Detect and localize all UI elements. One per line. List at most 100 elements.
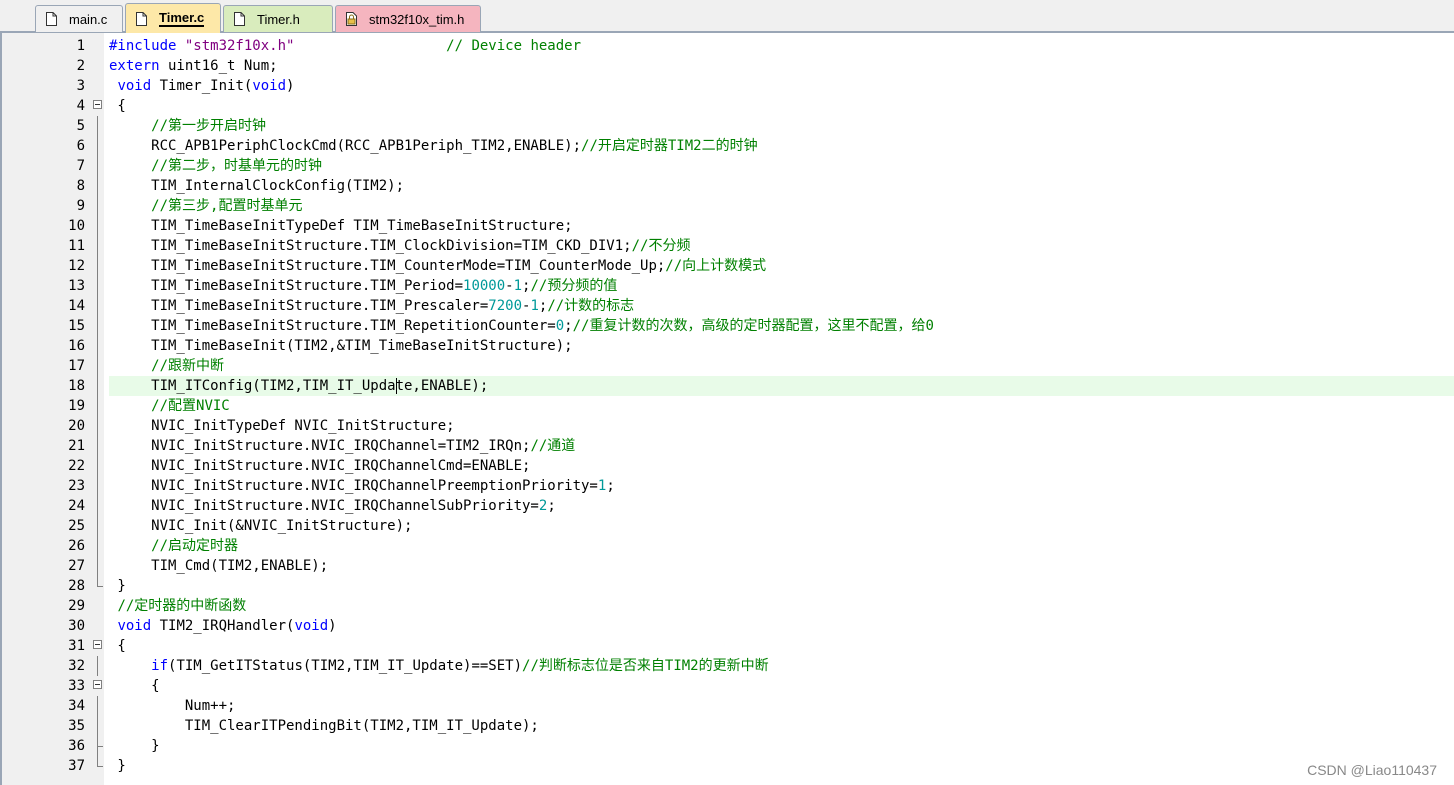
- code-text[interactable]: NVIC_InitTypeDef NVIC_InitStructure;: [109, 416, 1454, 436]
- code-text[interactable]: //第三步,配置时基单元: [109, 196, 1454, 216]
- code-text[interactable]: //第二步，时基单元的时钟: [109, 156, 1454, 176]
- code-text[interactable]: NVIC_InitStructure.NVIC_IRQChannelCmd=EN…: [109, 456, 1454, 476]
- code-text[interactable]: //定时器的中断函数: [109, 596, 1454, 616]
- locked-header-file-icon: [346, 12, 357, 26]
- code-line[interactable]: 21 NVIC_InitStructure.NVIC_IRQChannel=TI…: [2, 436, 1454, 456]
- code-line[interactable]: 7 //第二步，时基单元的时钟: [2, 156, 1454, 176]
- code-line[interactable]: 29 //定时器的中断函数: [2, 596, 1454, 616]
- code-text[interactable]: TIM_TimeBaseInitStructure.TIM_CounterMod…: [109, 256, 1454, 276]
- code-text[interactable]: if(TIM_GetITStatus(TIM2,TIM_IT_Update)==…: [109, 656, 1454, 676]
- code-text[interactable]: void Timer_Init(void): [109, 76, 1454, 96]
- code-text[interactable]: {: [109, 96, 1454, 116]
- code-line[interactable]: 27 TIM_Cmd(TIM2,ENABLE);: [2, 556, 1454, 576]
- code-text[interactable]: }: [109, 576, 1454, 596]
- line-number: 11: [68, 238, 85, 254]
- code-line[interactable]: 28 }: [2, 576, 1454, 596]
- code-text[interactable]: //第一步开启时钟: [109, 116, 1454, 136]
- code-text[interactable]: TIM_TimeBaseInitStructure.TIM_ClockDivis…: [109, 236, 1454, 256]
- code-keyword: void: [252, 78, 287, 94]
- code-text[interactable]: }: [109, 756, 1454, 776]
- code-line[interactable]: 11 TIM_TimeBaseInitStructure.TIM_ClockDi…: [2, 236, 1454, 256]
- code-comment: //启动定时器: [151, 538, 239, 554]
- code-text[interactable]: NVIC_InitStructure.NVIC_IRQChannel=TIM2_…: [109, 436, 1454, 456]
- fold-guide-line: [97, 116, 98, 136]
- code-line[interactable]: 4 {: [2, 96, 1454, 116]
- fold-end-marker: [97, 756, 103, 767]
- fold-collapse-icon[interactable]: [93, 680, 102, 689]
- code-line[interactable]: 33 {: [2, 676, 1454, 696]
- code-line[interactable]: 15 TIM_TimeBaseInitStructure.TIM_Repetit…: [2, 316, 1454, 336]
- code-line[interactable]: 26 //启动定时器: [2, 536, 1454, 556]
- code-line[interactable]: 37 }: [2, 756, 1454, 776]
- code-token: TIM_TimeBaseInitTypeDef TIM_TimeBaseInit…: [109, 218, 573, 234]
- code-text[interactable]: }: [109, 736, 1454, 756]
- code-token: {: [109, 638, 126, 654]
- code-text[interactable]: RCC_APB1PeriphClockCmd(RCC_APB1Periph_TI…: [109, 136, 1454, 156]
- tab-timer-h[interactable]: Timer.h: [223, 5, 333, 32]
- code-line[interactable]: 2 extern uint16_t Num;: [2, 56, 1454, 76]
- fold-guide-line: [97, 736, 98, 756]
- code-line[interactable]: 25 NVIC_Init(&NVIC_InitStructure);: [2, 516, 1454, 536]
- code-line[interactable]: 31 {: [2, 636, 1454, 656]
- code-line[interactable]: 36 }: [2, 736, 1454, 756]
- code-text[interactable]: TIM_InternalClockConfig(TIM2);: [109, 176, 1454, 196]
- code-editor[interactable]: 1 #include "stm32f10x.h" // Device header…: [0, 33, 1454, 785]
- code-line[interactable]: 9 //第三步,配置时基单元: [2, 196, 1454, 216]
- fold-collapse-icon[interactable]: [93, 640, 102, 649]
- code-token: Timer_Init(: [151, 78, 253, 94]
- code-line[interactable]: 12 TIM_TimeBaseInitStructure.TIM_Counter…: [2, 256, 1454, 276]
- code-line[interactable]: 34 Num++;: [2, 696, 1454, 716]
- code-line[interactable]: 5 //第一步开启时钟: [2, 116, 1454, 136]
- code-text[interactable]: void TIM2_IRQHandler(void): [109, 616, 1454, 636]
- code-line[interactable]: 32 if(TIM_GetITStatus(TIM2,TIM_IT_Update…: [2, 656, 1454, 676]
- code-comment: //重复计数的次数，高级的定时器配置，这里不配置，给0: [572, 318, 934, 334]
- code-line[interactable]: 24 NVIC_InitStructure.NVIC_IRQChannelSub…: [2, 496, 1454, 516]
- code-text[interactable]: {: [109, 636, 1454, 656]
- tab-timer-c[interactable]: Timer.c: [125, 3, 221, 33]
- line-number: 27: [68, 558, 85, 574]
- code-line[interactable]: 6 RCC_APB1PeriphClockCmd(RCC_APB1Periph_…: [2, 136, 1454, 156]
- code-text[interactable]: extern uint16_t Num;: [109, 56, 1454, 76]
- fold-collapse-icon[interactable]: [93, 100, 102, 109]
- code-text[interactable]: //启动定时器: [109, 536, 1454, 556]
- code-text[interactable]: TIM_TimeBaseInitStructure.TIM_Prescaler=…: [109, 296, 1454, 316]
- code-text[interactable]: TIM_TimeBaseInitStructure.TIM_Period=100…: [109, 276, 1454, 296]
- code-line[interactable]: 18 TIM_ITConfig(TIM2,TIM_IT_Update,ENABL…: [2, 376, 1454, 396]
- code-line[interactable]: 23 NVIC_InitStructure.NVIC_IRQChannelPre…: [2, 476, 1454, 496]
- code-text[interactable]: Num++;: [109, 696, 1454, 716]
- code-line[interactable]: 30 void TIM2_IRQHandler(void): [2, 616, 1454, 636]
- code-text[interactable]: {: [109, 676, 1454, 696]
- code-text[interactable]: TIM_Cmd(TIM2,ENABLE);: [109, 556, 1454, 576]
- code-line[interactable]: 19 //配置NVIC: [2, 396, 1454, 416]
- code-text[interactable]: //跟新中断: [109, 356, 1454, 376]
- code-line[interactable]: 35 TIM_ClearITPendingBit(TIM2,TIM_IT_Upd…: [2, 716, 1454, 736]
- code-token: NVIC_InitStructure.NVIC_IRQChannelSubPri…: [109, 498, 539, 514]
- code-text[interactable]: NVIC_InitStructure.NVIC_IRQChannelPreemp…: [109, 476, 1454, 496]
- line-number: 36: [68, 738, 85, 754]
- code-line[interactable]: 22 NVIC_InitStructure.NVIC_IRQChannelCmd…: [2, 456, 1454, 476]
- code-text[interactable]: TIM_TimeBaseInitStructure.TIM_Repetition…: [109, 316, 1454, 336]
- code-line[interactable]: 17 //跟新中断: [2, 356, 1454, 376]
- code-line[interactable]: 16 TIM_TimeBaseInit(TIM2,&TIM_TimeBaseIn…: [2, 336, 1454, 356]
- code-line[interactable]: 8 TIM_InternalClockConfig(TIM2);: [2, 176, 1454, 196]
- code-text[interactable]: TIM_ITConfig(TIM2,TIM_IT_Update,ENABLE);: [109, 376, 1454, 396]
- code-line[interactable]: 3 void Timer_Init(void): [2, 76, 1454, 96]
- tab-stm32f10x-tim-h[interactable]: stm32f10x_tim.h: [335, 5, 481, 32]
- code-line[interactable]: 14 TIM_TimeBaseInitStructure.TIM_Prescal…: [2, 296, 1454, 316]
- code-text[interactable]: NVIC_InitStructure.NVIC_IRQChannelSubPri…: [109, 496, 1454, 516]
- code-string: "stm32f10x.h": [184, 38, 295, 54]
- code-text[interactable]: //配置NVIC: [109, 396, 1454, 416]
- code-line[interactable]: 1 #include "stm32f10x.h" // Device header: [2, 36, 1454, 56]
- code-text[interactable]: NVIC_Init(&NVIC_InitStructure);: [109, 516, 1454, 536]
- code-text[interactable]: #include "stm32f10x.h" // Device header: [109, 36, 1454, 56]
- code-text[interactable]: TIM_TimeBaseInit(TIM2,&TIM_TimeBaseInitS…: [109, 336, 1454, 356]
- code-text[interactable]: TIM_TimeBaseInitTypeDef TIM_TimeBaseInit…: [109, 216, 1454, 236]
- code-line[interactable]: 10 TIM_TimeBaseInitTypeDef TIM_TimeBaseI…: [2, 216, 1454, 236]
- code-text[interactable]: TIM_ClearITPendingBit(TIM2,TIM_IT_Update…: [109, 716, 1454, 736]
- code-line[interactable]: 13 TIM_TimeBaseInitStructure.TIM_Period=…: [2, 276, 1454, 296]
- tab-main-c[interactable]: main.c: [35, 5, 123, 32]
- code-line[interactable]: 20 NVIC_InitTypeDef NVIC_InitStructure;: [2, 416, 1454, 436]
